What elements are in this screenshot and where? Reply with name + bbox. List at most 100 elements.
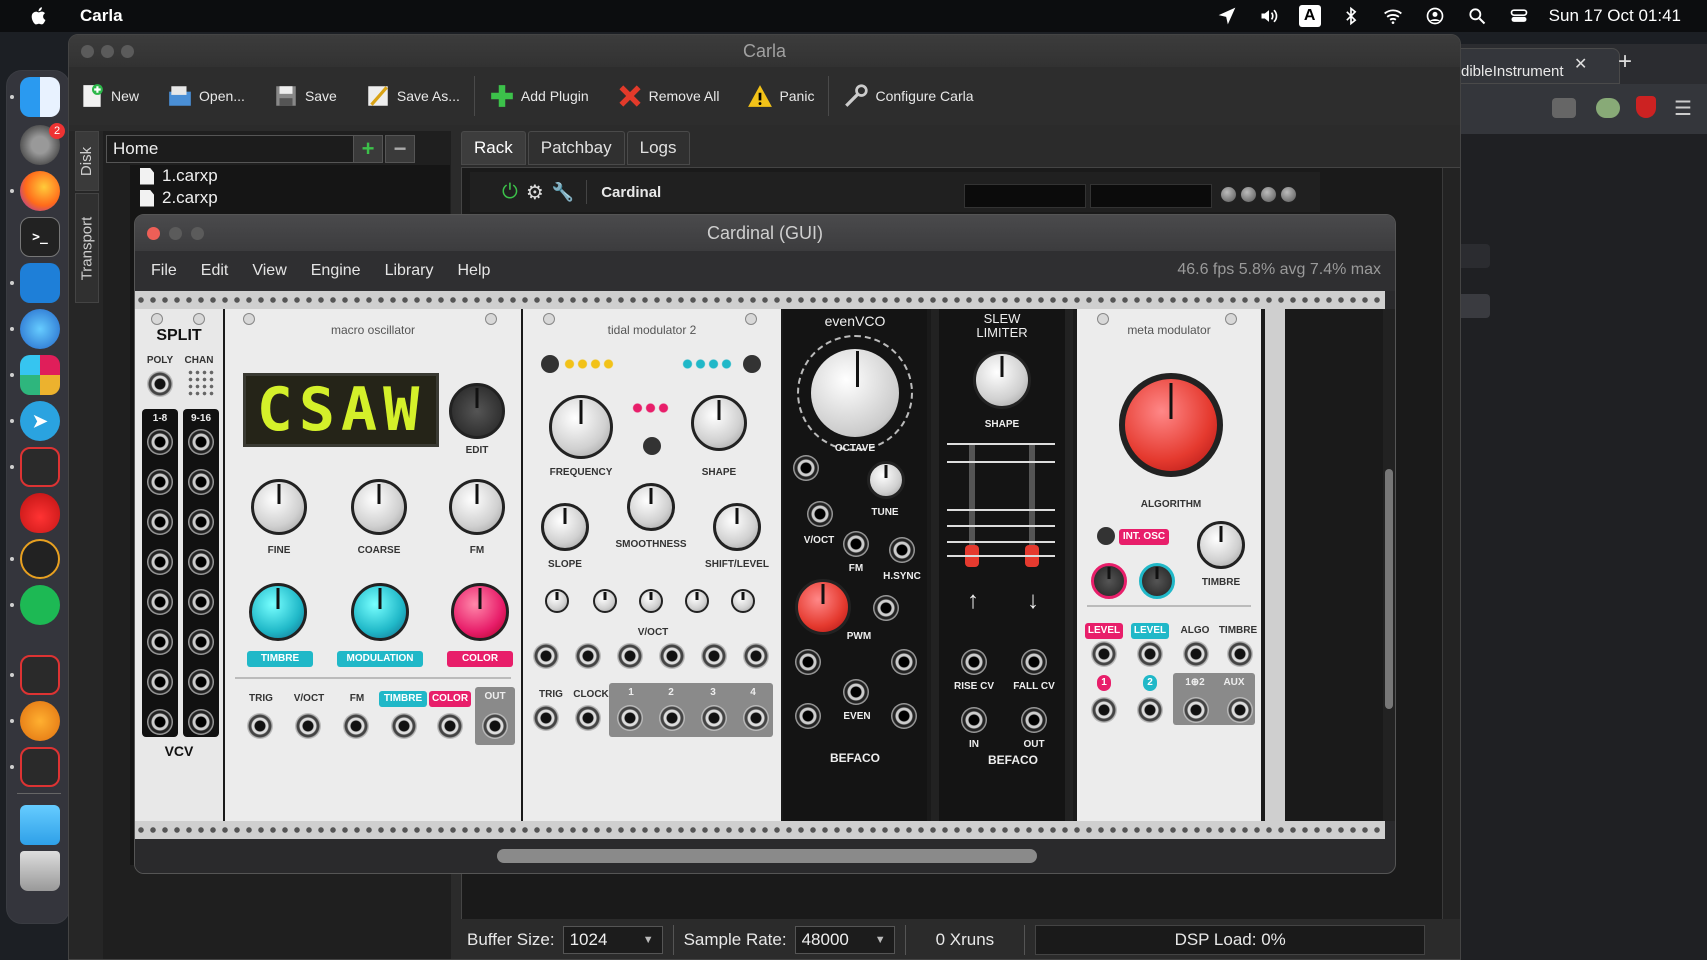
split-output-jack[interactable] bbox=[147, 469, 173, 495]
fine-knob[interactable] bbox=[251, 479, 307, 535]
saw-out-jack[interactable] bbox=[795, 703, 821, 729]
spotify-icon[interactable] bbox=[20, 585, 60, 625]
close-tab-icon[interactable]: ✕ bbox=[1574, 54, 1587, 74]
search-icon[interactable] bbox=[1465, 5, 1489, 27]
inkscape-icon[interactable] bbox=[20, 263, 60, 303]
active-app-name[interactable]: Carla bbox=[80, 6, 123, 26]
square-out-jack[interactable] bbox=[891, 703, 917, 729]
tidal-io-jack[interactable] bbox=[659, 705, 685, 731]
tidal-io-jack[interactable] bbox=[701, 705, 727, 731]
carla-icon[interactable] bbox=[20, 655, 60, 695]
meta-modulator-module[interactable]: meta modulator ALGORITHM INT. OSC TIMBRE… bbox=[1077, 309, 1261, 821]
tidal-io-jack[interactable] bbox=[617, 705, 643, 731]
slew-in-jack[interactable] bbox=[961, 707, 987, 733]
sync-button[interactable] bbox=[643, 437, 661, 455]
shift-level-knob[interactable] bbox=[713, 503, 761, 551]
ardour-icon[interactable] bbox=[20, 539, 60, 579]
finder-icon[interactable] bbox=[20, 77, 60, 117]
menu-edit[interactable]: Edit bbox=[201, 262, 229, 280]
rack-scrollbar[interactable] bbox=[1442, 168, 1460, 948]
slew-shape-knob[interactable] bbox=[973, 351, 1031, 409]
cv-input-jack[interactable] bbox=[617, 643, 643, 669]
pwm-knob[interactable] bbox=[795, 579, 851, 635]
level-1-jack[interactable] bbox=[1091, 641, 1117, 667]
fl-studio-icon[interactable] bbox=[20, 701, 60, 741]
scrollbar-thumb[interactable] bbox=[1385, 469, 1393, 709]
out-sum-jack[interactable] bbox=[1183, 697, 1209, 723]
hamburger-menu-icon[interactable]: ☰ bbox=[1674, 96, 1692, 121]
slew-out-jack[interactable] bbox=[1021, 707, 1047, 733]
list-item[interactable]: 2.carxp bbox=[130, 187, 450, 209]
macro-oscillator-module[interactable]: macro oscillator CSAW EDIT FINE COARSE F… bbox=[225, 309, 521, 821]
power-icon[interactable]: ⏻ bbox=[502, 181, 518, 204]
attenuverter-knob[interactable] bbox=[685, 589, 709, 613]
balance-knob[interactable] bbox=[1260, 186, 1277, 203]
input-source-icon[interactable]: A bbox=[1298, 5, 1321, 27]
zoom-button[interactable] bbox=[191, 227, 204, 240]
level-2-knob[interactable] bbox=[1139, 563, 1175, 599]
wifi-icon[interactable] bbox=[1381, 5, 1405, 27]
timbre-knob[interactable] bbox=[249, 583, 307, 641]
color-input-jack[interactable] bbox=[437, 713, 463, 739]
minimize-button[interactable] bbox=[101, 45, 114, 58]
open-button[interactable]: Open... bbox=[167, 83, 245, 109]
tidal-io-jack[interactable] bbox=[743, 705, 769, 731]
apple-icon[interactable] bbox=[28, 5, 50, 27]
cardinal-vertical-scrollbar[interactable] bbox=[1383, 309, 1395, 821]
wrench-icon[interactable]: 🔧 bbox=[552, 182, 574, 203]
new-tab-button[interactable]: + bbox=[1618, 48, 1632, 76]
mode-button[interactable] bbox=[743, 355, 761, 373]
carla-icon[interactable] bbox=[20, 747, 60, 787]
remove-all-button[interactable]: Remove All bbox=[617, 83, 719, 109]
octave-knob[interactable] bbox=[797, 335, 913, 451]
range-button[interactable] bbox=[541, 355, 559, 373]
split-output-jack[interactable] bbox=[188, 589, 214, 615]
poly-input-jack[interactable] bbox=[147, 371, 173, 397]
xruns-counter[interactable]: 0 Xruns bbox=[936, 930, 995, 950]
algorithm-knob[interactable] bbox=[1119, 373, 1223, 477]
split-output-jack[interactable] bbox=[188, 709, 214, 735]
add-plugin-button[interactable]: Add Plugin bbox=[489, 83, 589, 109]
voct-input-jack[interactable] bbox=[295, 713, 321, 739]
modulation-knob[interactable] bbox=[351, 583, 409, 641]
shield-icon[interactable] bbox=[1636, 96, 1656, 118]
folder-combo[interactable]: Home ▼ bbox=[106, 135, 382, 163]
hsync-jack[interactable] bbox=[889, 537, 915, 563]
add-folder-button[interactable]: + bbox=[353, 135, 383, 163]
split-module[interactable]: SPLIT POLY CHAN 1-8 9-16 VCV bbox=[135, 309, 223, 821]
split-output-jack[interactable] bbox=[147, 429, 173, 455]
configure-carla-button[interactable]: Configure Carla bbox=[843, 83, 974, 109]
scrollbar-thumb[interactable] bbox=[497, 849, 1037, 863]
tidal-modulator-module[interactable]: tidal modulator 2 FREQUENCY SHAPE SLOPE … bbox=[523, 309, 781, 821]
save-as-button[interactable]: Save As... bbox=[365, 83, 460, 109]
tidal-io-jack[interactable] bbox=[575, 705, 601, 731]
coarse-knob[interactable] bbox=[351, 479, 407, 535]
menu-help[interactable]: Help bbox=[457, 262, 490, 280]
browser-tab[interactable]: dibleInstrument bbox=[1440, 48, 1620, 84]
even-out-jack[interactable] bbox=[843, 679, 869, 705]
attenuverter-knob[interactable] bbox=[639, 589, 663, 613]
menu-file[interactable]: File bbox=[151, 262, 177, 280]
tab-rack[interactable]: Rack bbox=[461, 131, 526, 165]
timbre-input-jack[interactable] bbox=[391, 713, 417, 739]
meta-timbre-jack[interactable] bbox=[1227, 641, 1253, 667]
minimize-button[interactable] bbox=[169, 227, 182, 240]
aux-jack[interactable] bbox=[1227, 697, 1253, 723]
tidal-io-jack[interactable] bbox=[533, 705, 559, 731]
volume-knob[interactable] bbox=[1240, 186, 1257, 203]
panic-button[interactable]: Panic bbox=[747, 83, 814, 109]
smoothness-knob[interactable] bbox=[627, 483, 675, 531]
split-output-jack[interactable] bbox=[147, 629, 173, 655]
pwm-jack[interactable] bbox=[873, 595, 899, 621]
evenvco-fm-jack[interactable] bbox=[807, 501, 833, 527]
firefox-icon[interactable] bbox=[20, 171, 60, 211]
cv-input-jack[interactable] bbox=[575, 643, 601, 669]
attenuverter-knob[interactable] bbox=[593, 589, 617, 613]
tab-logs[interactable]: Logs bbox=[626, 131, 690, 165]
split-output-jack[interactable] bbox=[147, 669, 173, 695]
rise-cv-jack[interactable] bbox=[961, 649, 987, 675]
meta-timbre-knob[interactable] bbox=[1197, 521, 1245, 569]
slack-icon[interactable] bbox=[20, 355, 60, 395]
list-item[interactable]: 1.carxp bbox=[130, 165, 450, 187]
split-output-jack[interactable] bbox=[188, 549, 214, 575]
